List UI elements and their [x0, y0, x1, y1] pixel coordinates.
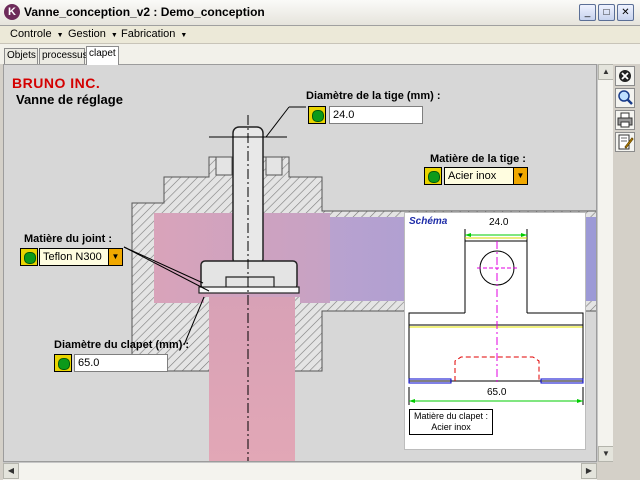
- tige-diameter-label: Diamètre de la tige (mm) :: [306, 90, 441, 102]
- clapet-diameter-input[interactable]: 65.0: [74, 354, 168, 372]
- menu-gestion[interactable]: Gestion ▼: [68, 28, 118, 40]
- status-indicator-icon: [20, 248, 38, 266]
- tab-strip: Objets processus clapet: [0, 44, 640, 65]
- page-title: Vanne de réglage: [16, 92, 123, 107]
- print-tool-button[interactable]: [615, 110, 635, 130]
- schema-panel: Schéma 24.0 65.0 Matière du clapet: Aci…: [404, 212, 586, 450]
- tige-diameter-input[interactable]: 24.0: [329, 106, 423, 124]
- close-tool-button[interactable]: [615, 66, 635, 86]
- joint-material-select[interactable]: Teflon N300 ▼: [39, 248, 123, 266]
- status-indicator-icon: [424, 167, 442, 185]
- chevron-down-icon: ▼: [56, 32, 64, 39]
- zoom-icon: [618, 90, 633, 105]
- status-indicator-icon: [54, 354, 72, 372]
- schema-dim-top: 24.0: [489, 217, 509, 228]
- scroll-down-button[interactable]: ▼: [598, 446, 614, 462]
- minimize-button[interactable]: _: [579, 4, 596, 21]
- zoom-tool-button[interactable]: [615, 88, 635, 108]
- clapet-diameter-label: Diamètre du clapet (mm) :: [54, 339, 190, 351]
- chevron-down-icon[interactable]: ▼: [513, 168, 527, 184]
- schema-dim-bottom: 65.0: [487, 387, 507, 398]
- menu-fabrication[interactable]: Fabrication ▼: [121, 28, 187, 40]
- tige-material-select[interactable]: Acier inox ▼: [444, 167, 528, 185]
- clapet-material-value: Acier inox: [431, 422, 471, 432]
- app-logo-icon: K: [4, 4, 20, 20]
- tige-material-label: Matière de la tige :: [430, 153, 526, 165]
- tab-objets[interactable]: Objets: [4, 48, 38, 64]
- edit-tool-button[interactable]: [615, 132, 635, 152]
- chevron-down-icon[interactable]: ▼: [108, 249, 122, 265]
- menu-label: Controle: [10, 28, 52, 40]
- clapet-material-box: Matière du clapet : Acier inox: [409, 409, 493, 435]
- chevron-down-icon: ▼: [110, 32, 118, 39]
- scroll-left-button[interactable]: ◀: [3, 463, 19, 479]
- menu-bar: Controle ▼ Gestion ▼ Fabrication ▼: [0, 26, 640, 44]
- tige-material-value: Acier inox: [448, 170, 497, 182]
- menu-label: Fabrication: [121, 28, 176, 40]
- horizontal-scrollbar[interactable]: ◀ ▶: [3, 462, 597, 480]
- status-indicator-icon: [308, 106, 326, 124]
- joint-material-value: Teflon N300: [43, 251, 102, 263]
- menu-label: Gestion: [68, 28, 106, 40]
- clapet-material-title: Matière du clapet :: [413, 411, 489, 421]
- menu-controle[interactable]: Controle ▼: [10, 28, 64, 40]
- tool-column: [613, 64, 640, 480]
- close-icon: [619, 70, 631, 82]
- title-bar[interactable]: K Vanne_conception_v2 : Demo_conception …: [0, 0, 640, 26]
- tab-processus[interactable]: processus: [39, 48, 88, 64]
- maximize-button[interactable]: □: [598, 4, 615, 21]
- joint-material-label: Matière du joint :: [24, 233, 112, 245]
- chevron-down-icon: ▼: [180, 32, 188, 39]
- vertical-scrollbar[interactable]: ▲ ▼: [597, 64, 614, 462]
- design-canvas: BRUNO INC. Vanne de réglage Diamètre de …: [3, 64, 597, 462]
- tab-clapet[interactable]: clapet: [86, 46, 119, 65]
- brand-logo: BRUNO INC.: [12, 75, 101, 91]
- edit-icon: [618, 134, 634, 150]
- print-icon: [617, 112, 633, 128]
- close-window-button[interactable]: ✕: [617, 4, 634, 21]
- scroll-up-button[interactable]: ▲: [598, 64, 614, 80]
- scroll-right-button[interactable]: ▶: [581, 463, 597, 479]
- window-title: Vanne_conception_v2 : Demo_conception: [24, 5, 265, 19]
